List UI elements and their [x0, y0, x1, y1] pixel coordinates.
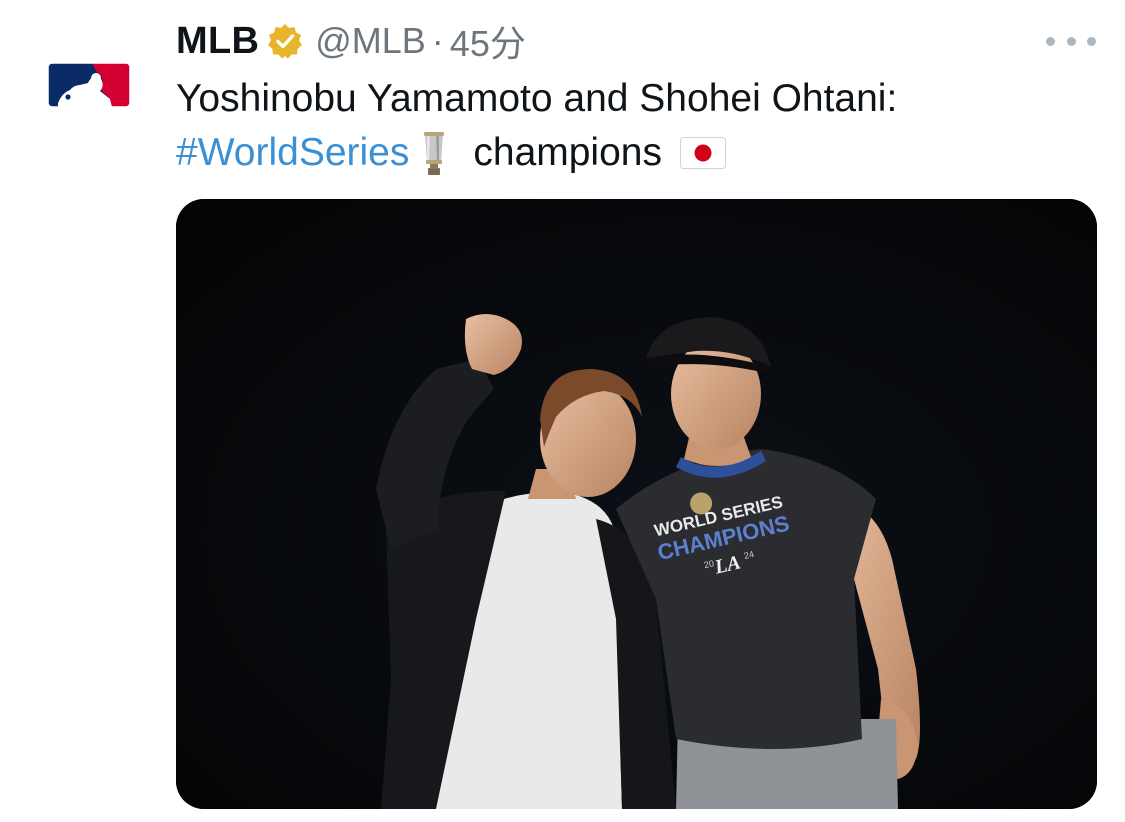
japan-flag-icon	[679, 137, 726, 169]
timestamp[interactable]: 45分	[450, 15, 526, 67]
mlb-logo-avatar[interactable]	[48, 63, 130, 107]
more-dot	[1046, 36, 1055, 46]
tweet[interactable]: MLB @MLB · 45分 Yoshinobu Yamamoto and Sh…	[0, 0, 1125, 822]
photo-image: WORLD SERIES CHAMPIONS 20 24 LA	[176, 199, 1097, 809]
tweet-text-line-2-content: champions	[473, 131, 662, 174]
mlb-logo-icon	[48, 63, 130, 107]
tweet-photo[interactable]: WORLD SERIES CHAMPIONS 20 24 LA	[176, 199, 1097, 809]
tweet-text-line-1: Yoshinobu Yamamoto and Shohei Ohtani:	[176, 72, 1076, 126]
tweet-text-line-2: #WorldSeries champions	[176, 126, 1076, 180]
more-dot	[1066, 36, 1076, 46]
tweet-header: MLB @MLB · 45分	[176, 16, 526, 66]
separator-dot: ·	[431, 20, 444, 61]
display-name[interactable]: MLB	[176, 20, 259, 63]
trophy-icon	[421, 130, 447, 176]
verified-badge-icon	[267, 23, 303, 59]
hashtag-link[interactable]: #WorldSeries	[176, 126, 409, 180]
tweet-text: Yoshinobu Yamamoto and Shohei Ohtani: #W…	[176, 72, 1076, 180]
more-dot	[1087, 36, 1096, 46]
author-handle[interactable]: @MLB	[315, 20, 426, 62]
more-options-button[interactable]	[1046, 26, 1096, 56]
tweet-text-line-1-content: Yoshinobu Yamamoto and Shohei Ohtani:	[176, 77, 898, 120]
